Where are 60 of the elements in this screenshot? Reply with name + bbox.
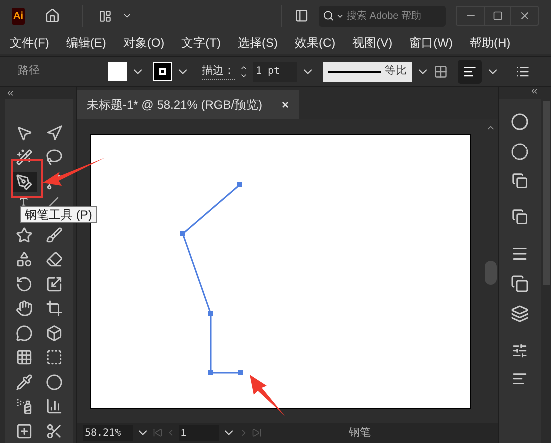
zoom-field[interactable]: 58.21% (83, 425, 133, 441)
type-icon (19, 196, 29, 206)
tab-close-button[interactable]: × (282, 96, 289, 114)
stroke-swatch[interactable] (153, 62, 172, 81)
panel-icon[interactable] (295, 8, 309, 24)
stroke-profile-field[interactable]: 等比 (323, 62, 412, 82)
menu-item[interactable]: 编辑(E) (66, 34, 106, 52)
document-tab[interactable]: 未标题-1* @ 58.21% (RGB/预览) × (77, 90, 299, 119)
sprayer-icon (16, 398, 32, 415)
brush-icon (46, 226, 62, 244)
collapse-icon[interactable] (6, 88, 15, 98)
line-icon (49, 196, 59, 206)
highlight-frame (11, 159, 43, 198)
collapse-icon[interactable] (530, 87, 539, 96)
tool-button[interactable] (11, 172, 37, 192)
arrow-pointer-icon (16, 124, 32, 142)
maximize-button[interactable] (484, 7, 511, 25)
slice-icon (46, 422, 62, 440)
magic-wand-icon (16, 149, 32, 166)
solid-pointer-icon (46, 124, 62, 142)
graph-icon (46, 398, 62, 415)
eraser-icon (46, 251, 62, 268)
scale-icon (46, 276, 62, 292)
menu-item[interactable]: 帮助(H) (470, 34, 511, 52)
shapes-icon (16, 251, 32, 268)
search-bar[interactable]: 搜索 Adobe 帮助 (319, 6, 446, 26)
tooltip: 钢笔工具 (P) (20, 206, 98, 223)
layers-icon[interactable] (511, 305, 529, 323)
shape-button[interactable] (458, 60, 482, 84)
stroke-line-icon (328, 70, 381, 72)
pen-icon (16, 174, 32, 190)
annotation-arrow (250, 375, 285, 416)
app-logo: Ai (12, 8, 25, 24)
scrollbar-thumb[interactable] (485, 261, 497, 285)
search-icon (323, 10, 334, 22)
annotation-arrow (43, 158, 105, 186)
menu-item[interactable]: 效果(C) (294, 34, 336, 52)
maximize-icon (492, 11, 502, 21)
stroke-weight-field[interactable]: 1 pt (253, 62, 297, 82)
eyedropper-icon (16, 374, 32, 390)
close-icon (518, 10, 530, 22)
menu-item[interactable]: 视图(V) (352, 34, 393, 52)
panel-scrollbar-thumb[interactable] (542, 101, 550, 285)
fill-swatch[interactable] (108, 62, 127, 81)
menu-item[interactable]: 选择(S) (238, 34, 278, 52)
menu-icon[interactable] (516, 64, 530, 78)
artboard-field[interactable]: 1 (179, 425, 219, 441)
menu-item[interactable]: 对象(O) (123, 34, 165, 52)
search-field[interactable]: 搜索 Adobe 帮助 (347, 8, 442, 24)
menu-item[interactable]: 文件(F) (10, 34, 50, 52)
star-icon (16, 226, 32, 244)
menu-item[interactable]: 文字(T) (182, 34, 221, 52)
selection-label: 路径 (18, 64, 41, 80)
stroke-label[interactable]: 描边： (202, 62, 235, 80)
rotate-icon (16, 276, 32, 292)
lasso-icon (46, 149, 62, 166)
mesh-icon (16, 349, 32, 366)
menu-item[interactable]: 窗口(W) (410, 34, 453, 52)
current-tool-label: 钢笔 (349, 426, 371, 441)
dashed-circle-icon[interactable] (511, 143, 529, 161)
